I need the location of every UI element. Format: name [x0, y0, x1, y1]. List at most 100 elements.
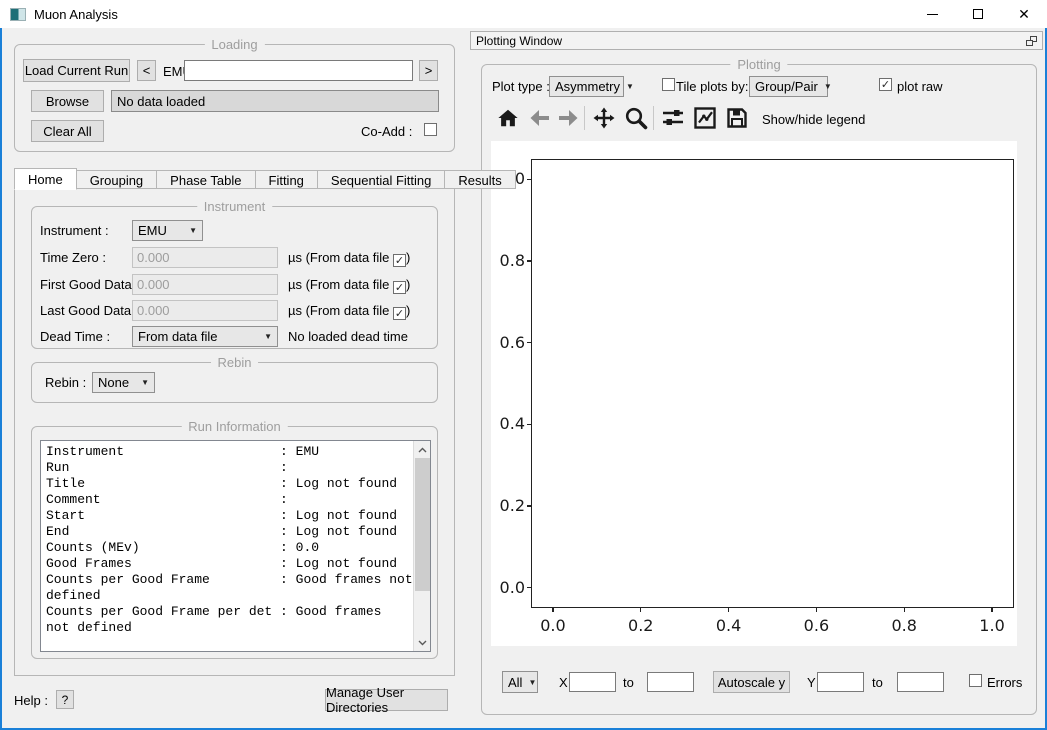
axis-tick-label: 0.2: [491, 496, 525, 515]
y-min-input[interactable]: [817, 672, 864, 692]
co-add-label: Co-Add :: [361, 124, 412, 139]
show-hide-legend-button[interactable]: Show/hide legend: [762, 112, 865, 127]
zoom-icon[interactable]: [623, 105, 649, 131]
toolbar-separator: [584, 106, 585, 130]
previous-run-button[interactable]: <: [137, 60, 156, 81]
tab-phase-table[interactable]: Phase Table: [157, 170, 255, 189]
clear-all-button[interactable]: Clear All: [31, 120, 104, 142]
tile-plots-label: Tile plots by:: [676, 79, 749, 94]
customize-plot-icon[interactable]: [692, 105, 718, 131]
manage-user-directories-button[interactable]: Manage User Directories: [325, 689, 448, 711]
minimize-button[interactable]: [909, 0, 955, 28]
plot-range-select[interactable]: All▼: [502, 671, 538, 693]
axis-tick-mark: [527, 424, 531, 425]
pan-icon[interactable]: [591, 105, 617, 131]
window-title: Muon Analysis: [34, 7, 118, 22]
tile-plots-checkbox[interactable]: [662, 78, 675, 91]
instrument-select[interactable]: EMU▼: [132, 220, 203, 241]
float-dock-icon[interactable]: [1026, 36, 1037, 46]
y-range-label: Y: [807, 675, 816, 690]
plot-raw-label: plot raw: [897, 79, 943, 94]
axis-tick-mark: [527, 505, 531, 506]
time-zero-input[interactable]: [132, 247, 278, 268]
chevron-down-icon: ▼: [620, 82, 634, 91]
plotting-window-title: Plotting Window: [476, 34, 562, 48]
main-tab-bar: HomeGroupingPhase TableFittingSequential…: [14, 167, 516, 189]
load-status-field: No data loaded: [111, 90, 439, 112]
save-icon[interactable]: [724, 105, 750, 131]
axis-tick-label: 1.0: [970, 616, 1014, 635]
time-zero-from-file-checkbox[interactable]: [393, 254, 406, 267]
x-max-input[interactable]: [647, 672, 694, 692]
run-information-group-label: Run Information: [181, 419, 288, 434]
help-button[interactable]: ?: [56, 690, 74, 709]
plotting-group-label: Plotting: [730, 57, 787, 72]
plot-type-label: Plot type :: [492, 79, 550, 94]
axis-tick-mark: [552, 608, 553, 612]
time-zero-label: Time Zero :: [40, 250, 106, 265]
loading-group-label: Loading: [204, 37, 264, 52]
dead-time-select[interactable]: From data file▼: [132, 326, 278, 347]
load-current-run-button[interactable]: Load Current Run: [23, 59, 130, 82]
forward-icon[interactable]: [556, 105, 582, 131]
instrument-group: Instrument Instrument : EMU▼ Time Zero :…: [31, 206, 438, 349]
run-information-group: Run Information Instrument : EMU Run : T…: [31, 426, 438, 659]
loading-group: Loading Load Current Run < EMU > Browse …: [14, 44, 455, 152]
scrollbar-thumb[interactable]: [415, 458, 430, 591]
browse-button[interactable]: Browse: [31, 90, 104, 112]
help-label: Help :: [14, 693, 48, 708]
rebin-group-label: Rebin: [211, 355, 259, 370]
axis-tick-label: 0.8: [491, 251, 525, 270]
run-information-text: Instrument : EMU Run : Title : Log not f…: [41, 441, 430, 639]
plotting-window-header[interactable]: Plotting Window: [470, 31, 1043, 50]
configure-subplots-icon[interactable]: [660, 105, 686, 131]
plot-axes: [531, 159, 1014, 608]
rebin-select[interactable]: None▼: [92, 372, 155, 393]
plot-raw-checkbox[interactable]: [879, 78, 892, 91]
scroll-up-icon[interactable]: [414, 441, 431, 458]
axis-tick-mark: [527, 342, 531, 343]
dead-time-status: No loaded dead time: [288, 329, 408, 344]
first-good-data-from-file-checkbox[interactable]: [393, 281, 406, 294]
run-information-scrollbar[interactable]: [413, 441, 430, 651]
x-min-input[interactable]: [569, 672, 616, 692]
axis-tick-label: 0.0: [531, 616, 575, 635]
axis-tick-mark: [527, 260, 531, 261]
tab-home[interactable]: Home: [14, 168, 77, 190]
run-number-input[interactable]: [184, 60, 413, 81]
tab-sequential-fitting[interactable]: Sequential Fitting: [318, 170, 445, 189]
tab-fitting[interactable]: Fitting: [256, 170, 318, 189]
tab-results[interactable]: Results: [445, 170, 515, 189]
y-max-input[interactable]: [897, 672, 944, 692]
tab-grouping[interactable]: Grouping: [77, 170, 157, 189]
last-good-data-input[interactable]: [132, 300, 278, 321]
back-icon[interactable]: [526, 105, 552, 131]
axis-tick-label: 0.6: [794, 616, 838, 635]
instrument-group-label: Instrument: [197, 199, 272, 214]
last-good-data-from-file-checkbox[interactable]: [393, 307, 406, 320]
co-add-checkbox[interactable]: [424, 123, 437, 136]
run-information-textarea[interactable]: Instrument : EMU Run : Title : Log not f…: [40, 440, 431, 652]
scroll-down-icon[interactable]: [414, 634, 431, 651]
minimize-icon: [927, 14, 938, 15]
time-zero-suffix: µs (From data file ): [288, 250, 410, 267]
axis-tick-mark: [527, 179, 531, 180]
close-button[interactable]: ✕: [1001, 0, 1047, 28]
first-good-data-suffix: µs (From data file ): [288, 277, 410, 294]
title-bar: Muon Analysis ✕: [0, 0, 1047, 28]
autoscale-y-button[interactable]: Autoscale y: [713, 671, 790, 693]
axis-tick-mark: [991, 608, 992, 612]
axis-tick-mark: [904, 608, 905, 612]
home-icon[interactable]: [495, 105, 521, 131]
maximize-button[interactable]: [955, 0, 1001, 28]
errors-checkbox[interactable]: [969, 674, 982, 687]
axis-tick-mark: [816, 608, 817, 612]
window-border-left: [0, 28, 2, 730]
chevron-down-icon: ▼: [818, 82, 832, 91]
plot-type-select[interactable]: Asymmetry▼: [549, 76, 624, 97]
first-good-data-input[interactable]: [132, 274, 278, 295]
tile-plots-by-select[interactable]: Group/Pair▼: [749, 76, 828, 97]
axis-tick-mark: [640, 608, 641, 612]
next-run-button[interactable]: >: [419, 60, 438, 81]
plotting-group: Plotting Plot type : Asymmetry▼ Tile plo…: [481, 64, 1037, 715]
